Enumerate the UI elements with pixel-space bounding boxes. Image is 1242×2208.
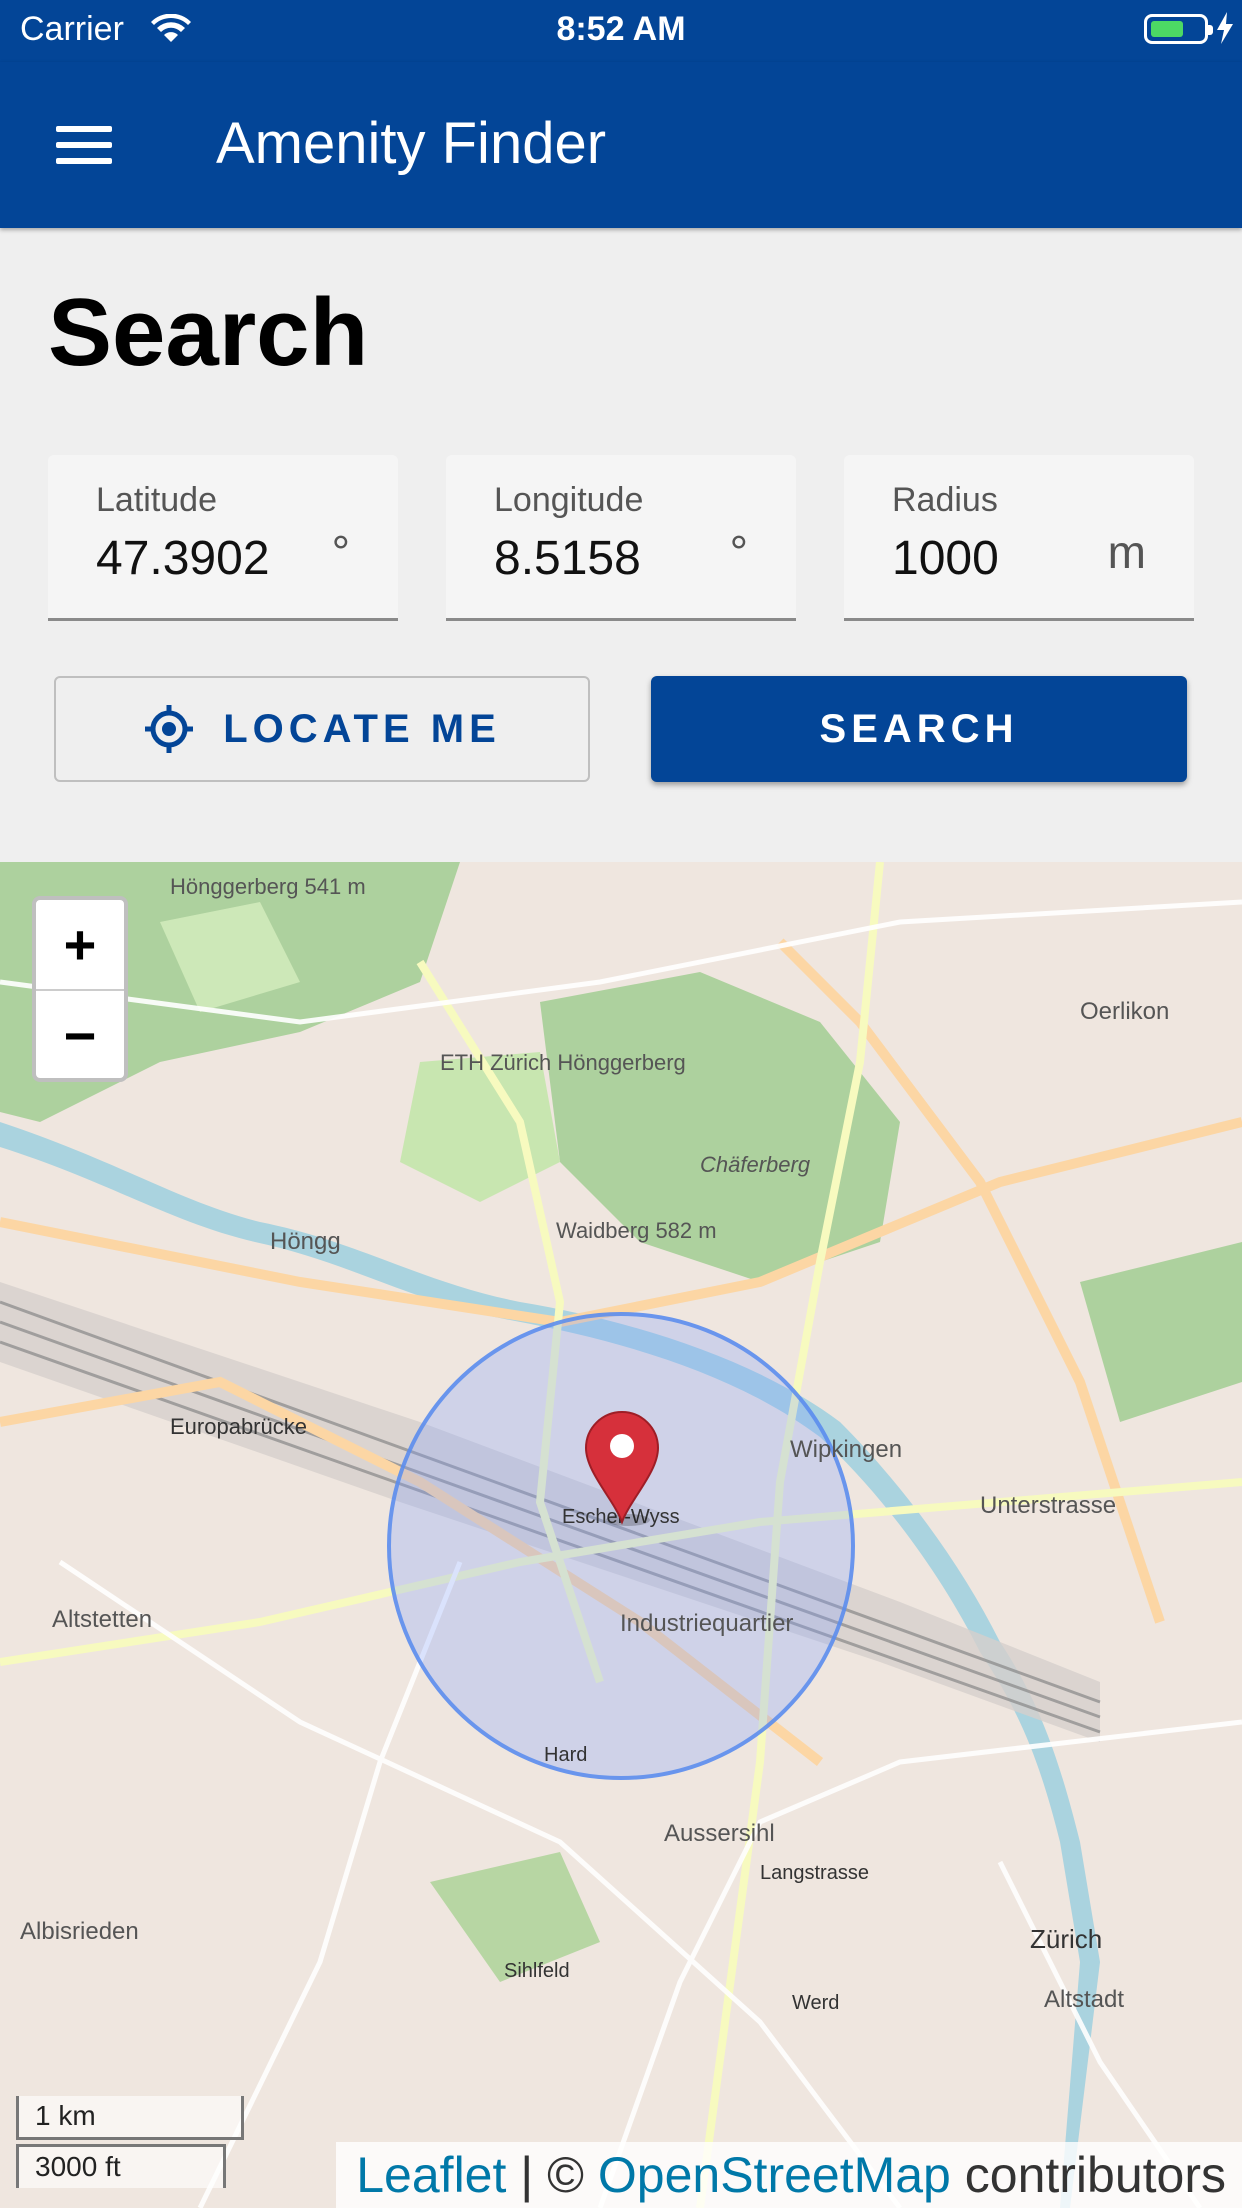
clock: 8:52 AM <box>556 10 686 48</box>
page-title: Search <box>48 279 369 386</box>
search-button[interactable]: SEARCH <box>651 676 1187 782</box>
map-label: Altstadt <box>1044 1986 1125 2013</box>
locate-me-button[interactable]: LOCATE ME <box>54 676 590 782</box>
map-scale: 1 km 3000 ft <box>16 2096 244 2188</box>
map-label: Langstrasse <box>760 1862 869 1884</box>
location-marker-icon[interactable] <box>584 1410 660 1526</box>
longitude-label: Longitude <box>494 481 644 519</box>
map-label: Albisrieden <box>20 1918 139 1945</box>
menu-icon[interactable] <box>42 102 128 188</box>
scale-metric: 1 km <box>16 2096 244 2140</box>
battery-icon <box>1144 14 1213 44</box>
latitude-field[interactable]: Latitude 47.3902 ° <box>48 455 398 621</box>
map-label: Werd <box>792 1992 840 2014</box>
map-label: Hönggerberg 541 m <box>170 874 366 899</box>
radius-unit: m <box>1107 526 1146 578</box>
map-label: Waidberg 582 m <box>556 1218 717 1243</box>
map[interactable]: Hönggerberg 541 m ETH Zürich Hönggerberg… <box>0 862 1242 2208</box>
scale-imperial: 3000 ft <box>16 2144 226 2188</box>
leaflet-link[interactable]: Leaflet <box>356 2147 506 2203</box>
zoom-control: + − <box>32 896 128 1082</box>
map-label: Chäferberg <box>700 1152 811 1177</box>
latitude-value[interactable]: 47.3902 <box>96 531 270 586</box>
map-label: Industriequartier <box>620 1610 794 1637</box>
latitude-unit: ° <box>331 526 350 578</box>
map-label: Europabrücke <box>170 1414 307 1439</box>
map-label: ETH Zürich Hönggerberg <box>440 1050 686 1075</box>
map-label: Wipkingen <box>790 1436 903 1463</box>
map-label: Höngg <box>270 1228 341 1255</box>
app-title: Amenity Finder <box>216 111 607 176</box>
zoom-in-button[interactable]: + <box>36 900 124 989</box>
map-attribution: Leaflet | © OpenStreetMap contributors <box>336 2142 1242 2208</box>
map-label: Zürich <box>1030 1924 1103 1954</box>
radius-label: Radius <box>892 481 998 519</box>
attribution-suffix: contributors <box>950 2147 1226 2203</box>
app-bar: Amenity Finder <box>0 62 1242 228</box>
longitude-unit: ° <box>729 526 748 578</box>
zoom-out-button[interactable]: − <box>36 989 124 1080</box>
radius-field[interactable]: Radius 1000 m <box>844 455 1194 621</box>
status-bar: Carrier 8:52 AM <box>0 0 1242 62</box>
openstreetmap-link[interactable]: OpenStreetMap <box>598 2147 951 2203</box>
map-label: Sihlfeld <box>504 1960 570 1982</box>
map-label: Oerlikon <box>1080 998 1170 1025</box>
latitude-label: Latitude <box>96 481 217 519</box>
map-label: Hard <box>544 1744 588 1766</box>
map-label: Unterstrasse <box>980 1492 1117 1519</box>
radius-value[interactable]: 1000 <box>892 531 999 586</box>
charging-icon <box>1217 12 1233 44</box>
map-label: Altstetten <box>52 1606 153 1633</box>
crosshair-icon <box>145 705 194 753</box>
longitude-field[interactable]: Longitude 8.5158 ° <box>446 455 796 621</box>
map-label: Aussersihl <box>664 1820 775 1847</box>
attribution-separator: | © <box>506 2147 598 2203</box>
search-label: SEARCH <box>819 706 1019 751</box>
longitude-value[interactable]: 8.5158 <box>494 531 641 586</box>
locate-me-label: LOCATE ME <box>223 706 501 751</box>
